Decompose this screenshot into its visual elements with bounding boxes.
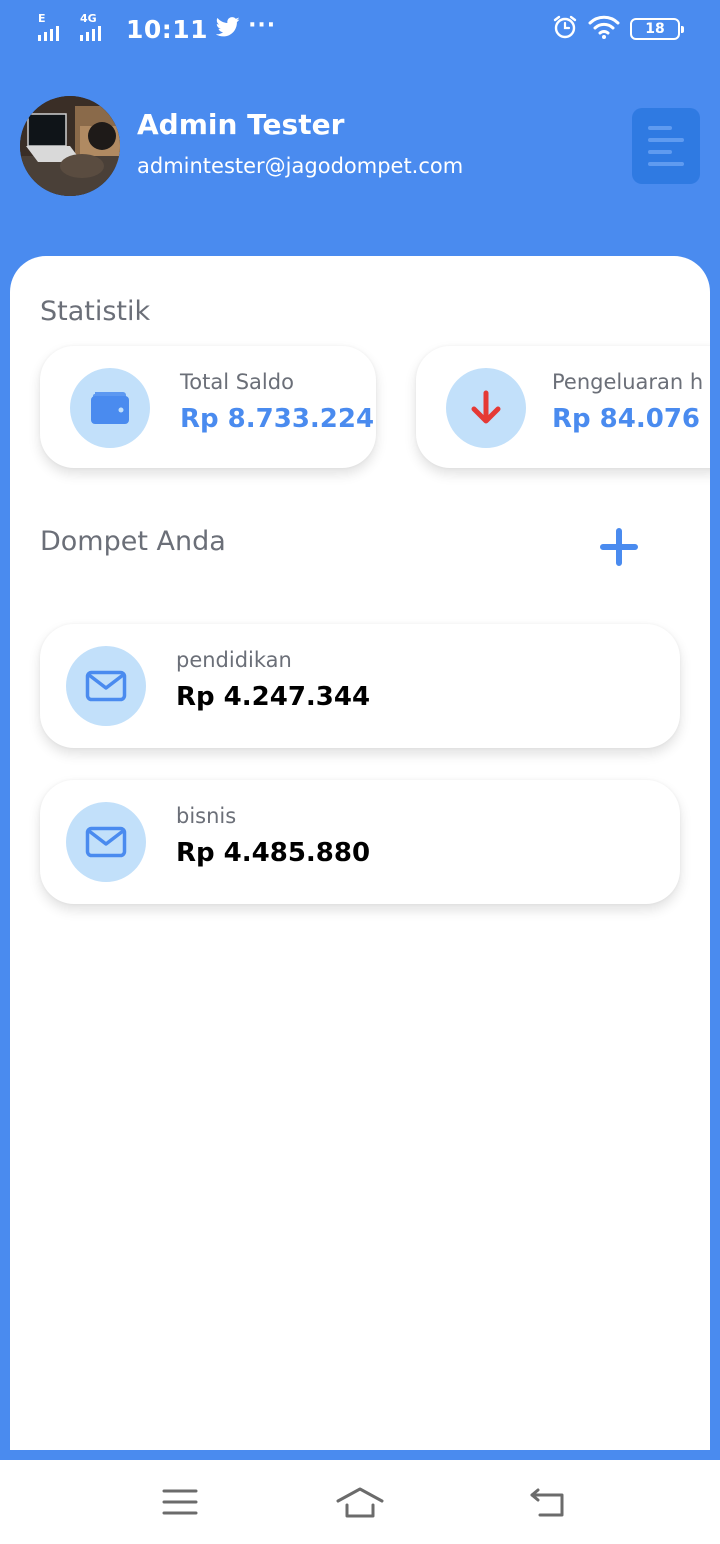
wallet-icon-circle [66, 802, 146, 882]
stat-icon-circle [446, 368, 526, 448]
back-button[interactable] [520, 1480, 576, 1524]
stat-card-total-saldo[interactable]: Total Saldo Rp 8.733.224 [40, 346, 376, 468]
menu-lines-icon [162, 1489, 198, 1515]
add-wallet-button[interactable] [596, 524, 642, 570]
status-right: 18 [552, 14, 684, 44]
arrow-down-icon [471, 390, 501, 424]
home-icon [336, 1487, 384, 1518]
twitter-icon [215, 17, 240, 41]
more-notifications-icon: ··· [248, 12, 277, 38]
plus-icon [600, 528, 638, 566]
user-email: admintester@jagodompet.com [137, 154, 464, 178]
battery-icon: 18 [630, 18, 684, 40]
signal-icon: 4G [80, 12, 114, 44]
wallet-name: pendidikan [176, 648, 292, 672]
stat-label: Pengeluaran h [552, 370, 704, 394]
statistics-title: Statistik [40, 296, 151, 327]
status-left: E 4G 10:11 ··· [38, 12, 276, 46]
wallets-title: Dompet Anda [40, 526, 226, 557]
stat-card-pengeluaran[interactable]: Pengeluaran h Rp 84.076 [416, 346, 710, 468]
envelope-icon [85, 826, 127, 858]
stat-label: Total Saldo [180, 370, 294, 394]
back-icon [530, 1488, 564, 1517]
wallet-name: bisnis [176, 804, 237, 828]
system-nav-bar [0, 1460, 720, 1544]
alarm-icon [552, 14, 578, 44]
clock: 10:11 [126, 14, 209, 44]
wallet-balance: Rp 4.247.344 [176, 682, 371, 712]
wallet-icon [91, 392, 129, 424]
battery-level: 18 [645, 21, 665, 37]
wallet-card-pendidikan[interactable]: pendidikan Rp 4.247.344 [40, 624, 680, 748]
recent-apps-button[interactable] [152, 1480, 208, 1524]
wallet-icon-circle [66, 646, 146, 726]
network-type-label: E [38, 12, 46, 25]
app-screen: E 4G 10:11 ··· 18 Admin Tester admintest… [0, 0, 720, 1544]
signal-icon: E [38, 12, 72, 44]
wifi-icon [588, 14, 620, 44]
menu-button[interactable] [632, 108, 700, 184]
wallet-card-bisnis[interactable]: bisnis Rp 4.485.880 [40, 780, 680, 904]
network-type-label: 4G [80, 12, 97, 25]
user-name: Admin Tester [137, 108, 345, 141]
stat-value: Rp 8.733.224 [180, 404, 375, 434]
status-bar: E 4G 10:11 ··· 18 [0, 0, 720, 58]
envelope-icon [85, 670, 127, 702]
home-button[interactable] [332, 1480, 388, 1524]
content-panel: Statistik Total Saldo Rp 8.733.224 Penge… [10, 256, 710, 1450]
wallet-balance: Rp 4.485.880 [176, 838, 371, 868]
stat-value: Rp 84.076 [552, 404, 701, 434]
avatar[interactable] [20, 96, 120, 196]
stat-icon-circle [70, 368, 150, 448]
